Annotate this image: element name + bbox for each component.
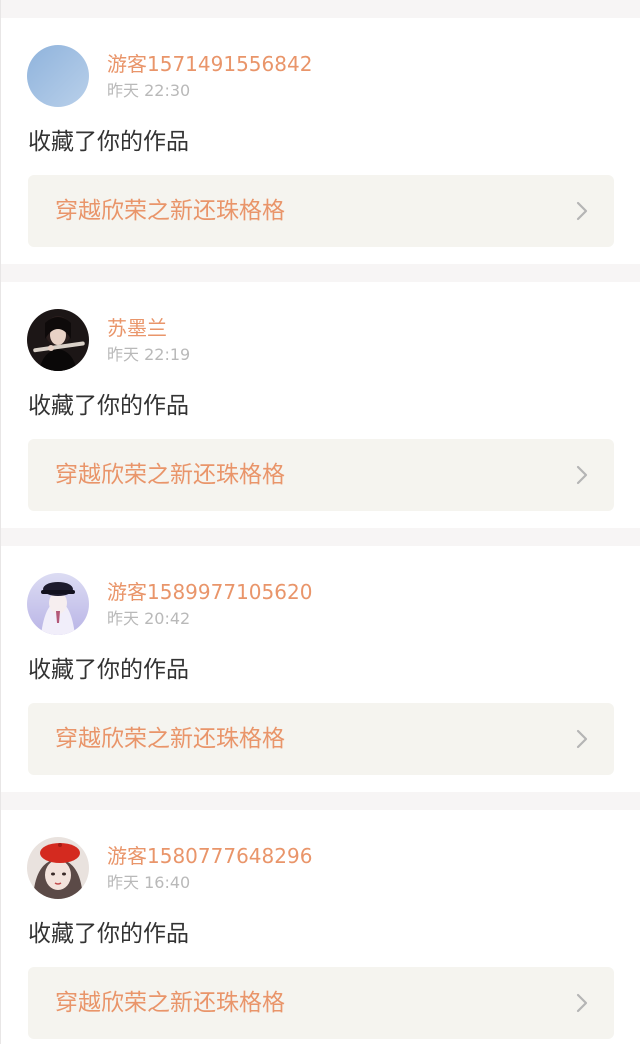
work-title: 穿越欣荣之新还珠格格 <box>55 198 285 224</box>
notification-card: 苏墨兰 昨天 22:19 收藏了你的作品 穿越欣荣之新还珠格格 <box>1 282 640 528</box>
timestamp: 昨天 16:40 <box>107 873 191 892</box>
action-text: 收藏了你的作品 <box>28 393 189 419</box>
notification-card: 游客1589977105620 昨天 20:42 收藏了你的作品 穿越欣荣之新还… <box>1 546 640 792</box>
timestamp: 昨天 22:19 <box>107 345 191 364</box>
username[interactable]: 苏墨兰 <box>107 315 167 341</box>
notification-feed: 游客1571491556842 昨天 22:30 收藏了你的作品 穿越欣荣之新还… <box>0 0 640 1044</box>
username[interactable]: 游客1580777648296 <box>107 843 312 869</box>
chevron-right-icon <box>574 200 590 222</box>
notification-card: 游客1571491556842 昨天 22:30 收藏了你的作品 穿越欣荣之新还… <box>1 18 640 264</box>
work-link[interactable]: 穿越欣荣之新还珠格格 <box>28 439 614 511</box>
action-text: 收藏了你的作品 <box>28 657 189 683</box>
timestamp: 昨天 22:30 <box>107 81 191 100</box>
username[interactable]: 游客1571491556842 <box>107 51 312 77</box>
avatar[interactable] <box>27 309 89 371</box>
action-text: 收藏了你的作品 <box>28 921 189 947</box>
violinist-avatar-image <box>27 309 89 371</box>
avatar[interactable] <box>27 837 89 899</box>
work-title: 穿越欣荣之新还珠格格 <box>55 462 285 488</box>
work-title: 穿越欣荣之新还珠格格 <box>55 726 285 752</box>
chevron-right-icon <box>574 464 590 486</box>
action-text: 收藏了你的作品 <box>28 129 189 155</box>
work-title: 穿越欣荣之新还珠格格 <box>55 990 285 1016</box>
cap-girl-avatar-image <box>27 573 89 635</box>
blue-sky-avatar-image <box>27 45 89 107</box>
timestamp: 昨天 20:42 <box>107 609 191 628</box>
work-link[interactable]: 穿越欣荣之新还珠格格 <box>28 175 614 247</box>
chevron-right-icon <box>574 992 590 1014</box>
username[interactable]: 游客1589977105620 <box>107 579 312 605</box>
avatar[interactable] <box>27 573 89 635</box>
avatar[interactable] <box>27 45 89 107</box>
notification-card: 游客1580777648296 昨天 16:40 收藏了你的作品 穿越欣荣之新还… <box>1 810 640 1044</box>
work-link[interactable]: 穿越欣荣之新还珠格格 <box>28 967 614 1039</box>
red-beret-avatar-image <box>27 837 89 899</box>
chevron-right-icon <box>574 728 590 750</box>
work-link[interactable]: 穿越欣荣之新还珠格格 <box>28 703 614 775</box>
